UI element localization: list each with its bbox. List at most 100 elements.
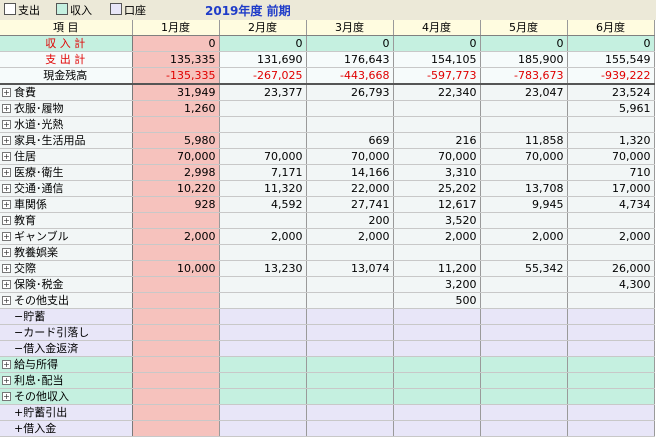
amount-cell[interactable] bbox=[132, 116, 220, 133]
amount-cell[interactable] bbox=[132, 356, 220, 373]
row-label[interactable]: + 衣服･履物 bbox=[0, 100, 133, 117]
amount-cell[interactable] bbox=[480, 324, 568, 341]
amount-cell[interactable] bbox=[306, 324, 394, 341]
expand-icon[interactable]: + bbox=[2, 136, 11, 145]
amount-cell[interactable] bbox=[393, 420, 481, 437]
amount-cell[interactable]: 4,592 bbox=[219, 196, 307, 213]
row-label[interactable]: −借入金返済 bbox=[0, 340, 133, 357]
summary-cell[interactable]: 176,643 bbox=[306, 51, 394, 68]
amount-cell[interactable] bbox=[480, 420, 568, 437]
row-label[interactable]: + 給与所得 bbox=[0, 356, 133, 373]
amount-cell[interactable]: 2,000 bbox=[393, 228, 481, 245]
summary-cell[interactable]: 185,900 bbox=[480, 51, 568, 68]
amount-cell[interactable] bbox=[393, 404, 481, 421]
row-label[interactable]: + 食費 bbox=[0, 84, 133, 101]
amount-cell[interactable]: 22,000 bbox=[306, 180, 394, 197]
amount-cell[interactable]: 10,220 bbox=[132, 180, 220, 197]
amount-cell[interactable] bbox=[567, 420, 655, 437]
amount-cell[interactable]: 200 bbox=[306, 212, 394, 229]
expand-icon[interactable]: + bbox=[2, 360, 11, 369]
summary-cell[interactable]: 0 bbox=[567, 35, 655, 52]
amount-cell[interactable] bbox=[567, 340, 655, 357]
amount-cell[interactable]: 13,230 bbox=[219, 260, 307, 277]
amount-cell[interactable] bbox=[393, 388, 481, 405]
amount-cell[interactable] bbox=[393, 308, 481, 325]
amount-cell[interactable] bbox=[306, 100, 394, 117]
amount-cell[interactable] bbox=[219, 404, 307, 421]
amount-cell[interactable] bbox=[132, 404, 220, 421]
amount-cell[interactable] bbox=[306, 356, 394, 373]
summary-cell[interactable]: -135,335 bbox=[132, 67, 220, 85]
amount-cell[interactable]: 11,200 bbox=[393, 260, 481, 277]
amount-cell[interactable] bbox=[567, 404, 655, 421]
row-label[interactable]: + ギャンブル bbox=[0, 228, 133, 245]
row-label[interactable]: + 利息･配当 bbox=[0, 372, 133, 389]
amount-cell[interactable]: 13,074 bbox=[306, 260, 394, 277]
amount-cell[interactable] bbox=[306, 116, 394, 133]
amount-cell[interactable] bbox=[393, 356, 481, 373]
amount-cell[interactable] bbox=[132, 244, 220, 261]
expand-icon[interactable]: + bbox=[2, 120, 11, 129]
amount-cell[interactable] bbox=[306, 388, 394, 405]
row-label[interactable]: + その他支出 bbox=[0, 292, 133, 309]
summary-cell[interactable]: -267,025 bbox=[219, 67, 307, 85]
row-label[interactable]: + 教養娯楽 bbox=[0, 244, 133, 261]
amount-cell[interactable]: 13,708 bbox=[480, 180, 568, 197]
row-label[interactable]: + 車関係 bbox=[0, 196, 133, 213]
amount-cell[interactable] bbox=[393, 116, 481, 133]
amount-cell[interactable] bbox=[567, 244, 655, 261]
amount-cell[interactable]: 14,166 bbox=[306, 164, 394, 181]
amount-cell[interactable]: 11,858 bbox=[480, 132, 568, 149]
amount-cell[interactable]: 4,734 bbox=[567, 196, 655, 213]
amount-cell[interactable] bbox=[480, 356, 568, 373]
amount-cell[interactable]: 9,945 bbox=[480, 196, 568, 213]
amount-cell[interactable]: 23,047 bbox=[480, 84, 568, 101]
row-label[interactable]: + 家具･生活用品 bbox=[0, 132, 133, 149]
expand-icon[interactable]: + bbox=[2, 392, 11, 401]
amount-cell[interactable]: 70,000 bbox=[567, 148, 655, 165]
amount-cell[interactable] bbox=[306, 372, 394, 389]
amount-cell[interactable]: 3,520 bbox=[393, 212, 481, 229]
amount-cell[interactable] bbox=[219, 372, 307, 389]
expand-icon[interactable]: + bbox=[2, 104, 11, 113]
amount-cell[interactable] bbox=[480, 388, 568, 405]
amount-cell[interactable] bbox=[219, 388, 307, 405]
amount-cell[interactable] bbox=[219, 100, 307, 117]
amount-cell[interactable] bbox=[132, 276, 220, 293]
summary-cell[interactable]: 155,549 bbox=[567, 51, 655, 68]
expense-filter-checkbox[interactable]: 支出 bbox=[4, 3, 40, 17]
amount-cell[interactable]: 4,300 bbox=[567, 276, 655, 293]
summary-cell[interactable]: -783,673 bbox=[480, 67, 568, 85]
amount-cell[interactable]: 1,260 bbox=[132, 100, 220, 117]
amount-cell[interactable] bbox=[480, 212, 568, 229]
amount-cell[interactable]: 2,000 bbox=[306, 228, 394, 245]
amount-cell[interactable] bbox=[567, 372, 655, 389]
amount-cell[interactable] bbox=[132, 340, 220, 357]
amount-cell[interactable] bbox=[567, 324, 655, 341]
row-label[interactable]: + 交通･通信 bbox=[0, 180, 133, 197]
amount-cell[interactable]: 17,000 bbox=[567, 180, 655, 197]
row-label[interactable]: + 保険･税金 bbox=[0, 276, 133, 293]
amount-cell[interactable]: 2,998 bbox=[132, 164, 220, 181]
amount-cell[interactable]: 669 bbox=[306, 132, 394, 149]
amount-cell[interactable] bbox=[219, 356, 307, 373]
amount-cell[interactable] bbox=[567, 356, 655, 373]
amount-cell[interactable] bbox=[393, 340, 481, 357]
amount-cell[interactable]: 2,000 bbox=[219, 228, 307, 245]
amount-cell[interactable] bbox=[480, 308, 568, 325]
summary-cell[interactable]: 135,335 bbox=[132, 51, 220, 68]
expand-icon[interactable]: + bbox=[2, 200, 11, 209]
row-label[interactable]: +貯蓄引出 bbox=[0, 404, 133, 421]
amount-cell[interactable]: 10,000 bbox=[132, 260, 220, 277]
amount-cell[interactable] bbox=[219, 292, 307, 309]
amount-cell[interactable]: 1,320 bbox=[567, 132, 655, 149]
amount-cell[interactable] bbox=[132, 292, 220, 309]
amount-cell[interactable] bbox=[306, 308, 394, 325]
amount-cell[interactable]: 2,000 bbox=[132, 228, 220, 245]
amount-cell[interactable] bbox=[567, 292, 655, 309]
amount-cell[interactable]: 11,320 bbox=[219, 180, 307, 197]
row-label[interactable]: + 教育 bbox=[0, 212, 133, 229]
amount-cell[interactable] bbox=[219, 340, 307, 357]
row-label[interactable]: −カード引落し bbox=[0, 324, 133, 341]
amount-cell[interactable] bbox=[306, 276, 394, 293]
